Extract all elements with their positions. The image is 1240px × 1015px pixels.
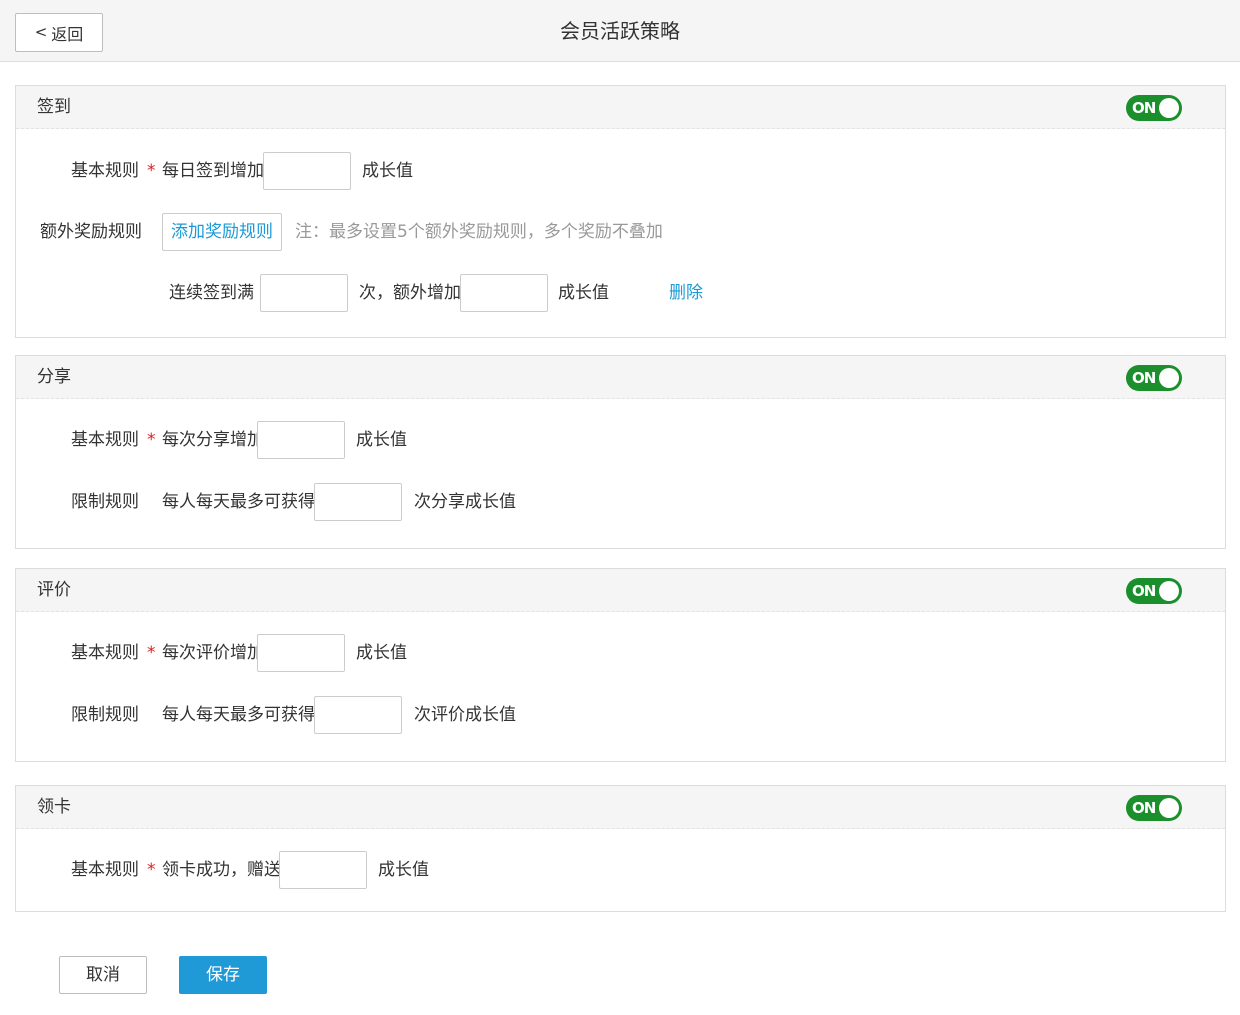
back-button[interactable]: < 返回	[15, 13, 103, 52]
required-mark: *	[147, 161, 156, 181]
card-growth-input[interactable]	[279, 851, 367, 889]
growth-unit-label: 成长值	[378, 860, 429, 880]
sign-in-panel: 签到 ON 基本规则 * 每日签到增加 成长值 额外奖励规则 添加奖励规则 注：…	[15, 85, 1226, 338]
share-toggle[interactable]: ON	[1126, 365, 1182, 391]
limit-rule-label: 限制规则	[71, 492, 139, 512]
review-panel: 评价 ON 基本规则 * 每次评价增加 成长值 限制规则 每人每天最多可获得 次…	[15, 568, 1226, 762]
streak-days-input[interactable]	[260, 274, 348, 312]
share-limit-input[interactable]	[314, 483, 402, 521]
review-limit-suffix: 次评价成长值	[414, 705, 516, 725]
review-growth-input[interactable]	[257, 634, 345, 672]
growth-unit-label: 成长值	[356, 430, 407, 450]
card-title: 领卡	[37, 797, 71, 817]
review-limit-prefix: 每人每天最多可获得	[162, 705, 315, 725]
share-panel-header: 分享 ON	[16, 356, 1225, 399]
share-limit-row: 限制规则 每人每天最多可获得 次分享成长值	[16, 483, 1225, 521]
streak-prefix: 连续签到满	[169, 283, 254, 303]
growth-unit-label: 成长值	[362, 161, 413, 181]
toggle-label: ON	[1132, 99, 1156, 117]
back-button-label: 返回	[51, 24, 84, 44]
sign-in-streak-row: 连续签到满 次，额外增加 成长值 删除	[16, 274, 1225, 312]
review-limit-input[interactable]	[314, 696, 402, 734]
required-mark: *	[147, 860, 156, 880]
share-limit-suffix: 次分享成长值	[414, 492, 516, 512]
review-toggle[interactable]: ON	[1126, 578, 1182, 604]
card-panel-header: 领卡 ON	[16, 786, 1225, 829]
toggle-label: ON	[1132, 582, 1156, 600]
delete-rule-link[interactable]: 删除	[669, 274, 703, 312]
toggle-knob	[1159, 368, 1179, 388]
limit-rule-label: 限制规则	[71, 705, 139, 725]
review-panel-header: 评价 ON	[16, 569, 1225, 612]
basic-rule-label: 基本规则	[71, 161, 139, 181]
chevron-left-icon: <	[34, 23, 48, 41]
streak-mid-label: 次，额外增加	[359, 283, 461, 303]
sign-in-extra-rule-row: 额外奖励规则 添加奖励规则 注：最多设置5个额外奖励规则，多个奖励不叠加	[16, 213, 1225, 251]
cancel-button[interactable]: 取消	[59, 956, 147, 994]
extra-rule-label: 额外奖励规则	[40, 222, 142, 242]
toggle-label: ON	[1132, 369, 1156, 387]
share-basic-rule-row: 基本规则 * 每次分享增加 成长值	[16, 421, 1225, 459]
required-mark: *	[147, 430, 156, 450]
sign-in-toggle[interactable]: ON	[1126, 95, 1182, 121]
card-basic-rule-row: 基本规则 * 领卡成功，赠送 成长值	[16, 851, 1225, 889]
review-prefix: 每次评价增加	[162, 643, 264, 663]
review-limit-row: 限制规则 每人每天最多可获得 次评价成长值	[16, 696, 1225, 734]
share-limit-prefix: 每人每天最多可获得	[162, 492, 315, 512]
share-panel: 分享 ON 基本规则 * 每次分享增加 成长值 限制规则 每人每天最多可获得 次…	[15, 355, 1226, 549]
sign-in-title: 签到	[37, 97, 71, 117]
review-basic-rule-row: 基本规则 * 每次评价增加 成长值	[16, 634, 1225, 672]
daily-sign-in-growth-input[interactable]	[263, 152, 351, 190]
growth-unit-label: 成长值	[356, 643, 407, 663]
required-mark: *	[147, 643, 156, 663]
add-reward-rule-button[interactable]: 添加奖励规则	[162, 213, 282, 251]
daily-sign-in-prefix: 每日签到增加	[162, 161, 264, 181]
basic-rule-label: 基本规则	[71, 430, 139, 450]
sign-in-panel-header: 签到 ON	[16, 86, 1225, 129]
share-title: 分享	[37, 367, 71, 387]
card-panel: 领卡 ON 基本规则 * 领卡成功，赠送 成长值	[15, 785, 1226, 912]
toggle-knob	[1159, 98, 1179, 118]
growth-unit-label: 成长值	[558, 283, 609, 303]
toggle-knob	[1159, 581, 1179, 601]
streak-bonus-input[interactable]	[460, 274, 548, 312]
sign-in-basic-rule-row: 基本规则 * 每日签到增加 成长值	[16, 152, 1225, 190]
card-toggle[interactable]: ON	[1126, 795, 1182, 821]
card-prefix: 领卡成功，赠送	[162, 860, 281, 880]
page-title: 会员活跃策略	[560, 19, 680, 43]
basic-rule-label: 基本规则	[71, 860, 139, 880]
toggle-knob	[1159, 798, 1179, 818]
share-growth-input[interactable]	[257, 421, 345, 459]
basic-rule-label: 基本规则	[71, 643, 139, 663]
top-bar: 会员活跃策略 < 返回	[0, 0, 1240, 62]
share-prefix: 每次分享增加	[162, 430, 264, 450]
review-title: 评价	[37, 580, 71, 600]
extra-rule-note: 注：最多设置5个额外奖励规则，多个奖励不叠加	[295, 222, 663, 242]
save-button[interactable]: 保存	[179, 956, 267, 994]
toggle-label: ON	[1132, 799, 1156, 817]
